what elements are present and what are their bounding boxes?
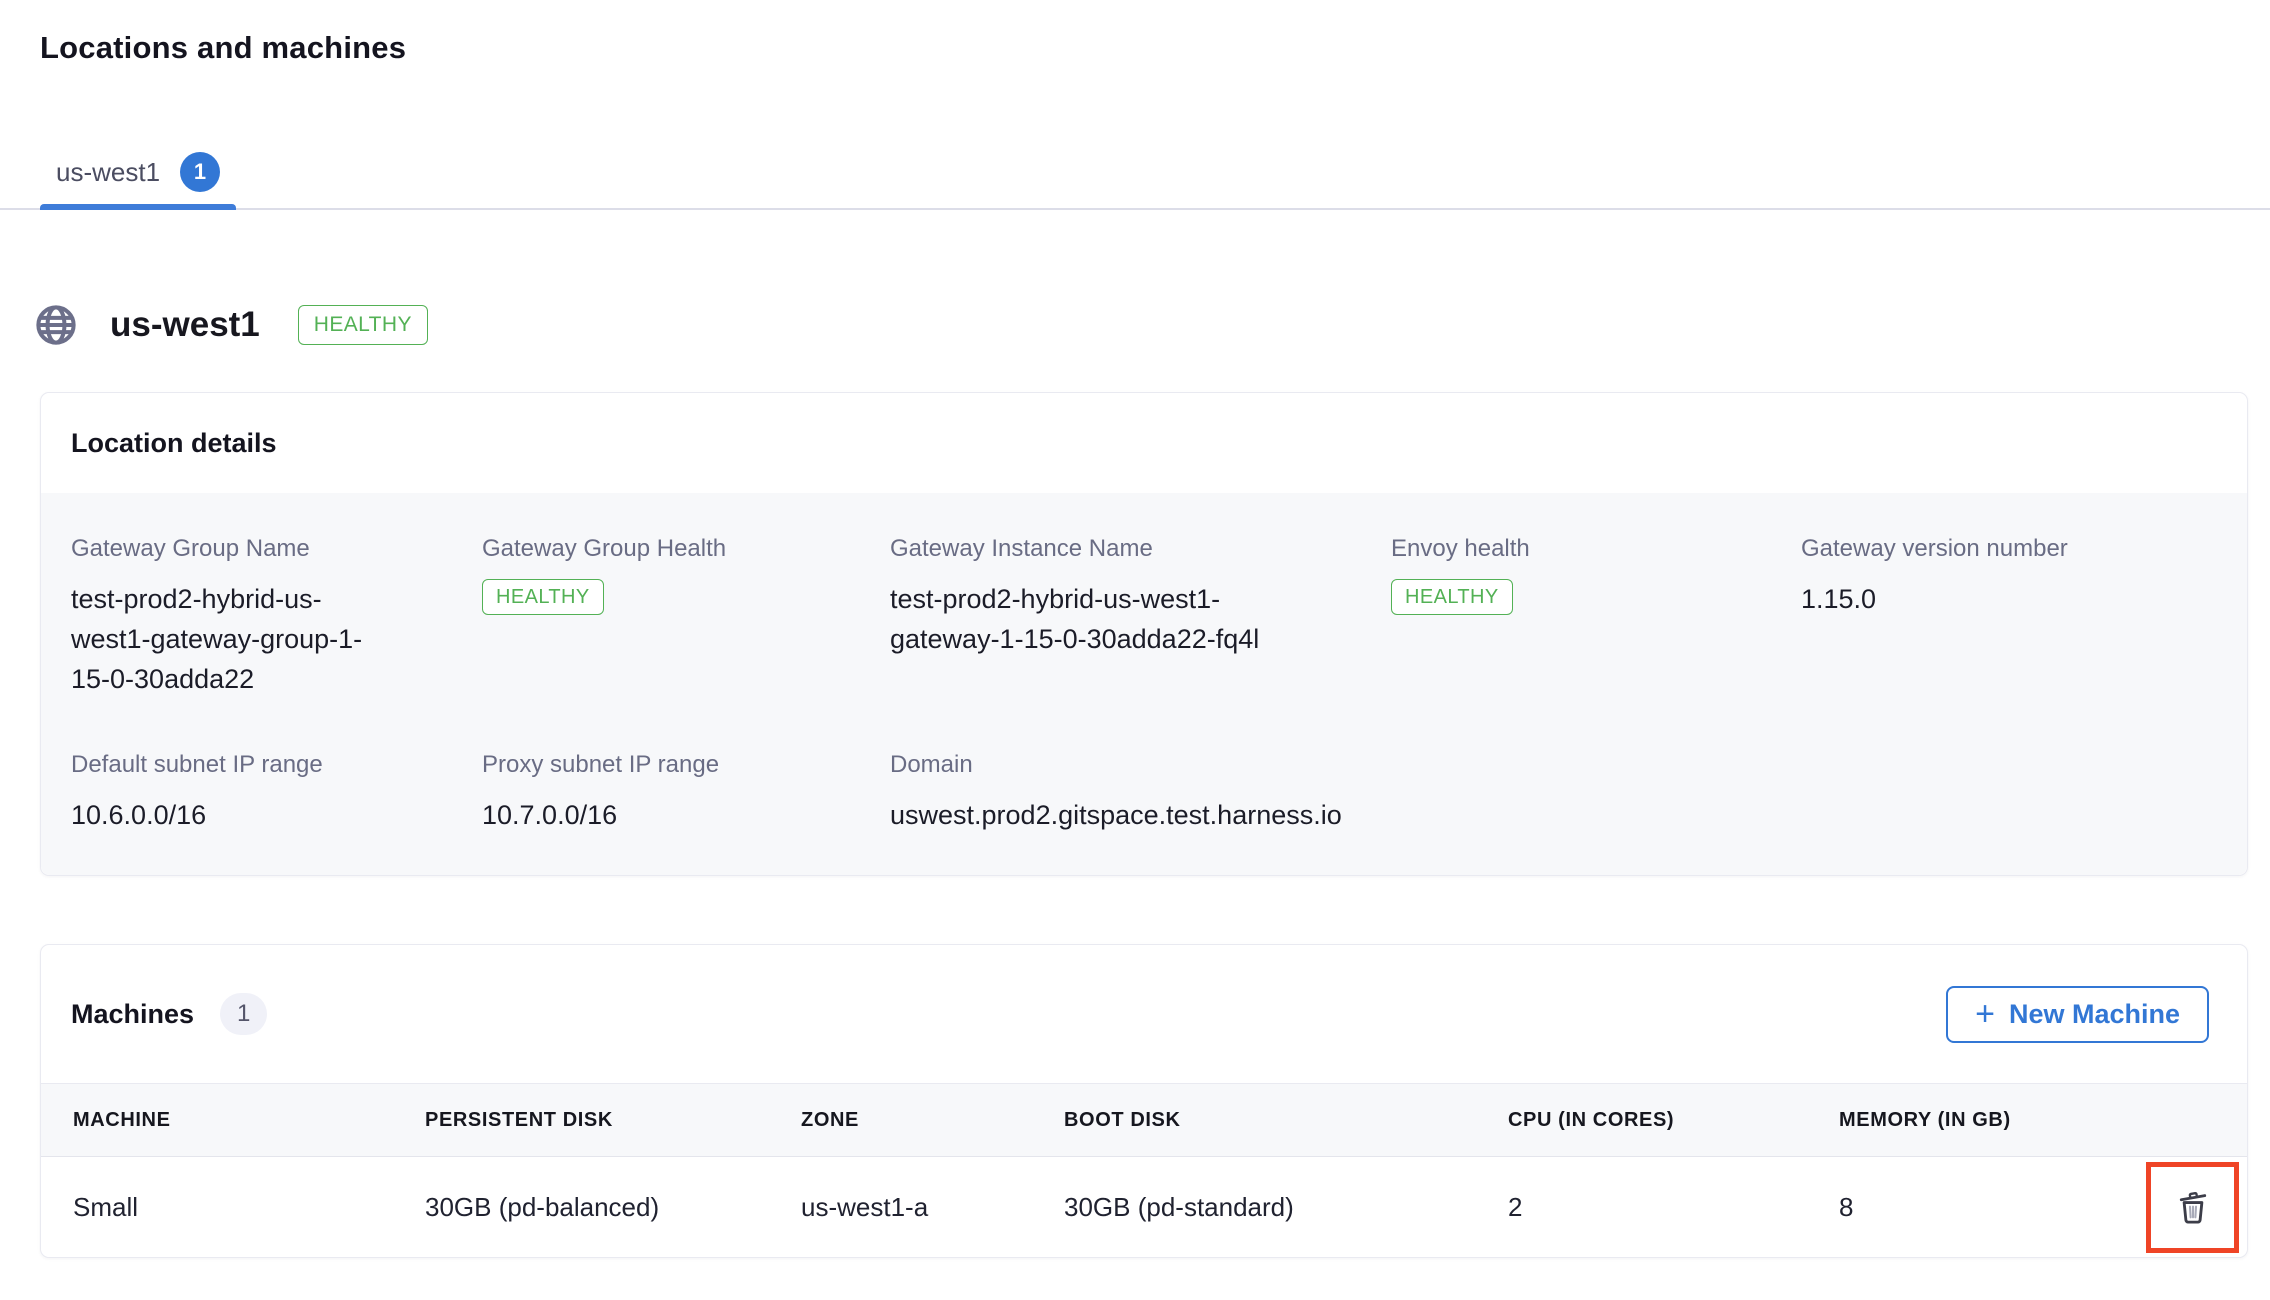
new-machine-label: New Machine [2009,999,2180,1030]
field-value: 10.7.0.0/16 [482,795,890,835]
cell-zone: us-west1-a [801,1192,1064,1223]
field-label: Gateway Instance Name [890,535,1391,563]
field-envoy-health: Envoy health HEALTHY [1391,535,1801,699]
tab-label: us-west1 [56,157,160,188]
machines-header: Machines 1 + New Machine [41,945,2247,1083]
col-machine: MACHINE [73,1109,425,1132]
cell-boot-disk: 30GB (pd-standard) [1064,1192,1508,1223]
field-proxy-subnet: Proxy subnet IP range 10.7.0.0/16 [482,751,890,835]
field-default-subnet: Default subnet IP range 10.6.0.0/16 [71,751,482,835]
col-persistent-disk: PERSISTENT DISK [425,1109,801,1132]
field-domain: Domain uswest.prod2.gitspace.test.harnes… [890,751,1391,835]
col-zone: ZONE [801,1109,1064,1132]
field-label: Gateway Group Health [482,535,890,563]
tab-bar: us-west1 1 [0,136,2270,210]
field-gateway-instance-name: Gateway Instance Name test-prod2-hybrid-… [890,535,1391,699]
field-label: Default subnet IP range [71,751,482,779]
cell-memory: 8 [1839,1192,2141,1223]
envoy-health-badge: HEALTHY [1391,579,1513,615]
plus-icon: + [1975,1001,1995,1027]
gateway-group-health-badge: HEALTHY [482,579,604,615]
field-label: Proxy subnet IP range [482,751,890,779]
field-label: Domain [890,751,1391,779]
machines-table-header: MACHINE PERSISTENT DISK ZONE BOOT DISK C… [41,1083,2247,1157]
field-value: test-prod2-hybrid-us-west1-gateway-1-15-… [890,579,1340,659]
machines-title: Machines [71,999,194,1030]
tab-us-west1[interactable]: us-west1 1 [40,136,236,208]
field-label: Gateway Group Name [71,535,482,563]
field-label: Gateway version number [1801,535,2217,563]
row-actions [2141,1162,2247,1253]
machines-card: Machines 1 + New Machine MACHINE PERSIST… [40,944,2248,1258]
location-status-badge: HEALTHY [298,305,428,344]
active-tab-underline [40,204,236,210]
page-title: Locations and machines [40,30,2270,66]
cell-cpu: 2 [1508,1192,1839,1223]
col-cpu: CPU (IN CORES) [1508,1109,1839,1132]
machines-count-badge: 1 [220,993,267,1034]
col-boot-disk: BOOT DISK [1064,1109,1508,1132]
field-label: Envoy health [1391,535,1801,563]
location-header: us-west1 HEALTHY [33,302,2270,348]
trash-icon [2174,1188,2212,1226]
delete-machine-button[interactable] [2169,1183,2217,1231]
table-row: Small 30GB (pd-balanced) us-west1-a 30GB… [41,1157,2247,1257]
col-memory: MEMORY (IN GB) [1839,1109,2141,1132]
location-name: us-west1 [110,305,260,345]
field-gateway-group-name: Gateway Group Name test-prod2-hybrid-us-… [71,535,482,699]
location-details-body: Gateway Group Name test-prod2-hybrid-us-… [41,493,2247,875]
location-details-title: Location details [41,393,2247,493]
annotation-highlight-box [2146,1162,2239,1253]
field-gateway-version: Gateway version number 1.15.0 [1801,535,2217,699]
tab-count-badge: 1 [180,152,220,192]
field-value: 10.6.0.0/16 [71,795,482,835]
field-value: uswest.prod2.gitspace.test.harness.io [890,795,1391,835]
globe-icon [33,302,79,348]
location-details-card: Location details Gateway Group Name test… [40,392,2248,876]
cell-machine: Small [73,1192,425,1223]
cell-persistent-disk: 30GB (pd-balanced) [425,1192,801,1223]
new-machine-button[interactable]: + New Machine [1946,986,2209,1043]
field-value: 1.15.0 [1801,579,2217,619]
field-gateway-group-health: Gateway Group Health HEALTHY [482,535,890,699]
field-value: test-prod2-hybrid-us-west1-gateway-group… [71,579,401,699]
